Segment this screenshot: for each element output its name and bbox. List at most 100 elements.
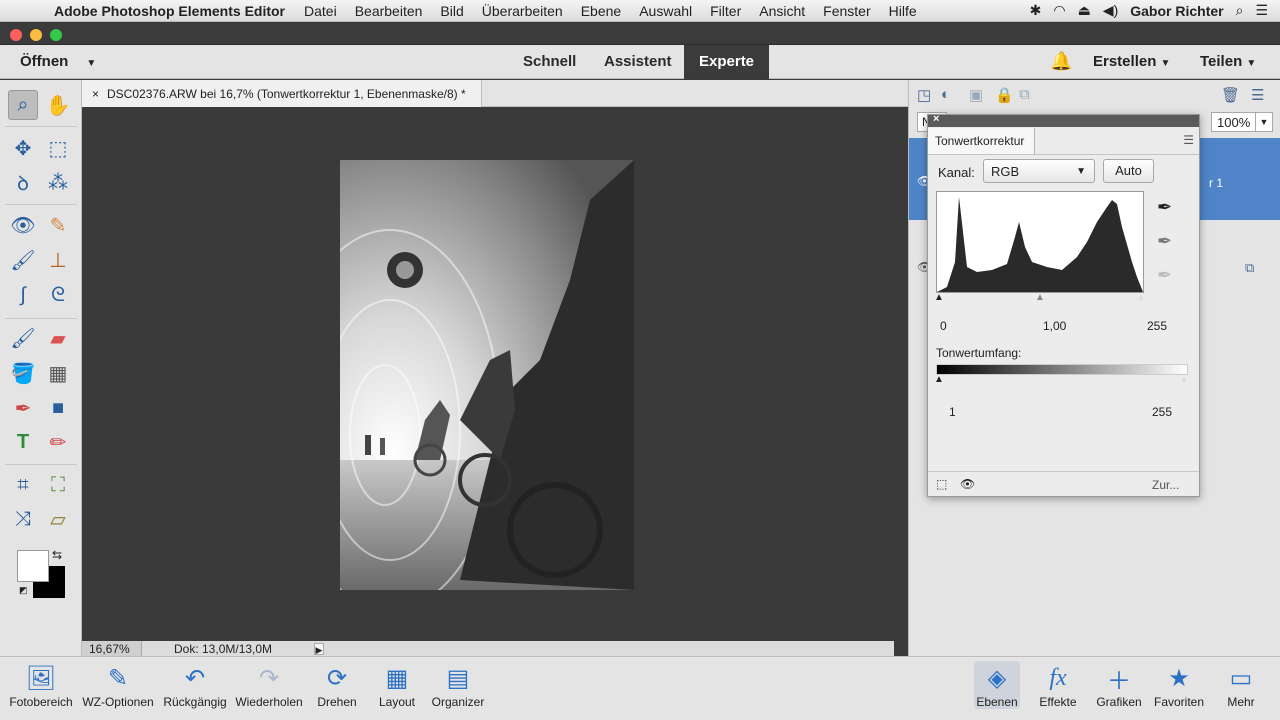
spotlight-icon[interactable]: ⌕: [1236, 2, 1244, 19]
white-point-eyedropper-icon[interactable]: ✒: [1157, 265, 1172, 286]
output-white-value[interactable]: 255: [1152, 405, 1172, 419]
gradient-tool-icon[interactable]: ▦: [43, 358, 73, 388]
minimize-window-button[interactable]: [30, 29, 42, 41]
input-white-slider[interactable]: ▲: [1136, 292, 1146, 303]
rotate-button[interactable]: ⟳ Drehen: [310, 661, 364, 710]
graphics-button[interactable]: ＋ Grafiken: [1092, 661, 1146, 710]
menu-auswahl[interactable]: Auswahl: [630, 3, 701, 19]
gray-point-eyedropper-icon[interactable]: ✒: [1157, 231, 1172, 252]
type-tool-icon[interactable]: T: [8, 427, 38, 457]
bluetooth-icon[interactable]: ✱: [1030, 2, 1042, 19]
lock-transparency-icon[interactable]: ⧉: [1019, 86, 1030, 103]
paint-bucket-tool-icon[interactable]: 🪣: [8, 358, 38, 388]
crop-tool-icon[interactable]: ⌗: [8, 470, 38, 500]
organizer-button[interactable]: ▤ Organizer: [428, 661, 488, 710]
input-gamma-slider[interactable]: ▲: [1035, 292, 1045, 303]
notification-bell-icon[interactable]: 🔔: [1050, 51, 1072, 72]
document-photo[interactable]: [340, 160, 634, 590]
wifi-icon[interactable]: ◠: [1053, 2, 1065, 19]
menu-ebene[interactable]: Ebene: [572, 3, 630, 19]
create-menu-button[interactable]: Erstellen ▼: [1093, 53, 1170, 70]
layer-mask-icon[interactable]: ▣: [969, 86, 983, 104]
eraser-tool-icon[interactable]: ▰: [43, 323, 73, 353]
dialog-drag-bar[interactable]: ×: [928, 113, 1199, 127]
sponge-tool-icon[interactable]: ᘓ: [43, 280, 73, 310]
status-menu-arrow-icon[interactable]: ▶: [314, 643, 324, 655]
content-aware-move-tool-icon[interactable]: ⤨: [8, 504, 38, 534]
volume-icon[interactable]: ◀): [1103, 2, 1118, 19]
blur-tool-icon[interactable]: ∫: [8, 280, 38, 310]
channel-select[interactable]: RGB ▼: [983, 159, 1095, 183]
hand-tool-icon[interactable]: ✋: [43, 90, 73, 120]
magic-wand-tool-icon[interactable]: ⁂: [43, 167, 73, 197]
redo-button[interactable]: ↷ Wiederholen: [232, 661, 306, 710]
default-colors-icon[interactable]: ◩: [19, 585, 28, 596]
notification-list-icon[interactable]: ☰: [1255, 2, 1268, 19]
menu-filter[interactable]: Filter: [701, 3, 750, 19]
new-layer-icon[interactable]: ◳: [917, 86, 931, 104]
layers-button[interactable]: ◈ Ebenen: [974, 661, 1020, 709]
undo-button[interactable]: ↶ Rückgängig: [160, 661, 230, 710]
zoom-window-button[interactable]: [50, 29, 62, 41]
share-menu-button[interactable]: Teilen ▼: [1200, 53, 1256, 70]
healing-brush-tool-icon[interactable]: ✎: [43, 210, 73, 240]
visibility-eye-icon[interactable]: 👁: [960, 477, 975, 491]
more-button[interactable]: ▭ Mehr: [1218, 661, 1264, 710]
mode-quick-tab[interactable]: Schnell: [523, 45, 576, 79]
mode-guided-tab[interactable]: Assistent: [604, 45, 672, 79]
zoom-tool-icon[interactable]: ⌕: [8, 90, 38, 120]
open-button[interactable]: Öffnen ▼: [20, 53, 96, 70]
chevron-down-icon[interactable]: ▼: [1255, 113, 1272, 131]
menu-datei[interactable]: Datei: [295, 3, 346, 19]
lasso-tool-icon[interactable]: ꝺ: [8, 167, 38, 197]
adjustment-layer-icon[interactable]: ◐: [941, 86, 950, 103]
close-window-button[interactable]: [10, 29, 22, 41]
menu-ueberarbeiten[interactable]: Überarbeiten: [473, 3, 572, 19]
straighten-tool-icon[interactable]: ⏥: [43, 504, 73, 534]
input-black-slider[interactable]: ▲: [934, 292, 944, 303]
dialog-menu-icon[interactable]: ☰: [1183, 133, 1194, 147]
menu-fenster[interactable]: Fenster: [814, 3, 879, 19]
document-tab[interactable]: × DSC02376.ARW bei 16,7% (Tonwertkorrektu…: [82, 80, 482, 107]
red-eye-tool-icon[interactable]: 👁: [8, 210, 38, 240]
output-black-value[interactable]: 1: [949, 405, 956, 419]
app-name[interactable]: Adobe Photoshop Elements Editor: [40, 3, 295, 19]
input-gamma-value[interactable]: 1,00: [1043, 319, 1066, 333]
output-white-slider[interactable]: ▲: [1179, 374, 1189, 385]
brush-tool-icon[interactable]: 🖌: [8, 323, 38, 353]
mode-expert-tab[interactable]: Experte: [684, 45, 770, 79]
reset-link[interactable]: Zur...: [1152, 478, 1179, 492]
favorites-button[interactable]: ★ Favoriten: [1150, 661, 1208, 710]
effects-button[interactable]: fx Effekte: [1034, 661, 1082, 710]
close-tab-icon[interactable]: ×: [92, 87, 99, 101]
foreground-color-swatch[interactable]: [17, 550, 49, 582]
move-tool-icon[interactable]: ✥: [8, 133, 38, 163]
recompose-tool-icon[interactable]: ⛶: [43, 470, 73, 500]
trash-icon[interactable]: 🗑: [1221, 86, 1240, 104]
menu-bearbeiten[interactable]: Bearbeiten: [346, 3, 432, 19]
clip-to-layer-icon[interactable]: ⬚: [936, 477, 947, 491]
layout-button[interactable]: ▦ Layout: [374, 661, 420, 710]
eject-icon[interactable]: ⏏: [1078, 2, 1091, 19]
auto-button[interactable]: Auto: [1103, 159, 1154, 183]
menu-hilfe[interactable]: Hilfe: [880, 3, 926, 19]
input-black-value[interactable]: 0: [940, 319, 947, 333]
lock-icon[interactable]: 🔒: [995, 86, 1014, 104]
opacity-field[interactable]: 100% ▼: [1211, 112, 1273, 132]
zoom-level-field[interactable]: 16,67%: [82, 641, 142, 657]
clone-stamp-tool-icon[interactable]: ⊥: [43, 245, 73, 275]
input-white-value[interactable]: 255: [1147, 319, 1167, 333]
smart-brush-tool-icon[interactable]: 🖌: [8, 245, 38, 275]
close-icon[interactable]: ×: [933, 113, 939, 125]
menu-bild[interactable]: Bild: [431, 3, 472, 19]
marquee-tool-icon[interactable]: ⬚: [43, 133, 73, 163]
pencil-tool-icon[interactable]: ✏: [43, 427, 73, 457]
output-black-slider[interactable]: ▲: [934, 374, 944, 385]
menu-ansicht[interactable]: Ansicht: [750, 3, 814, 19]
photo-bin-button[interactable]: 🖼 Fotobereich: [6, 661, 76, 710]
user-name[interactable]: Gabor Richter: [1130, 3, 1223, 19]
swap-colors-icon[interactable]: ⇆: [52, 548, 62, 562]
panel-menu-icon[interactable]: ☰: [1251, 86, 1264, 104]
tool-options-button[interactable]: ✎ WZ-Optionen: [78, 661, 158, 710]
black-point-eyedropper-icon[interactable]: ✒: [1157, 197, 1172, 218]
